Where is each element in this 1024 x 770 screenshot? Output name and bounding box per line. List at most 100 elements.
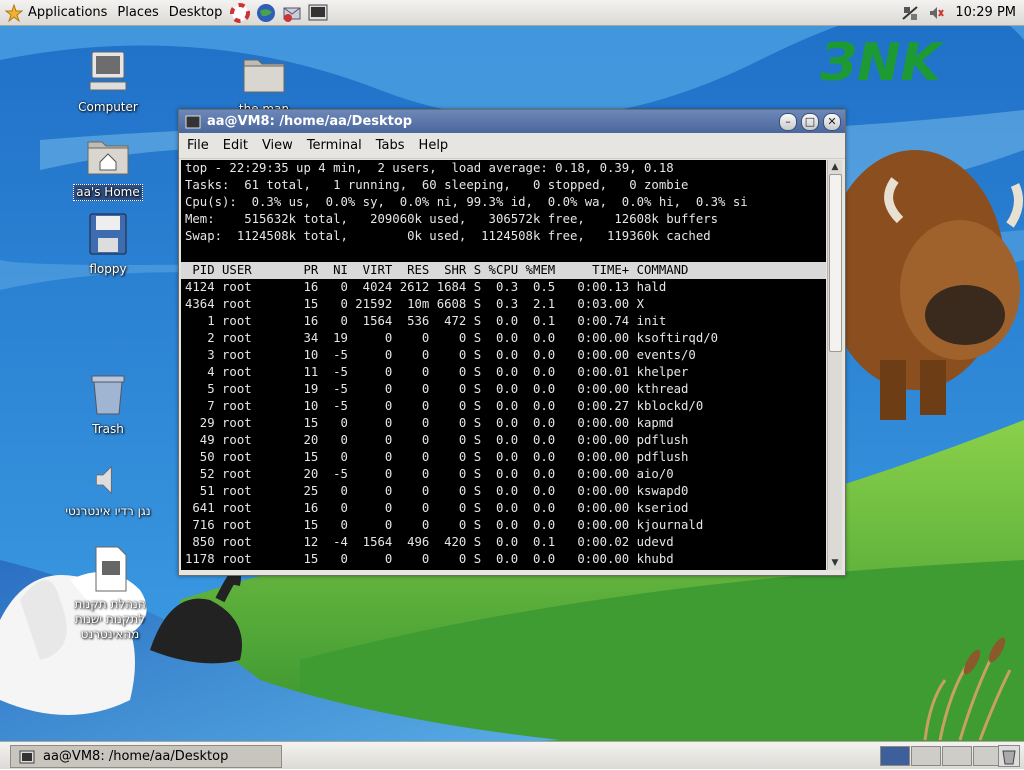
- home-folder-icon: [87, 141, 129, 175]
- desktop-icon-floppy[interactable]: floppy: [60, 210, 156, 277]
- computer-icon: [89, 51, 127, 91]
- network-tray-button[interactable]: [899, 2, 921, 24]
- process-row: 4 root 11 -5 0 0 0 S 0.0 0.0 0:00.01 khe…: [185, 365, 726, 379]
- desktop-menu-label: Desktop: [168, 5, 223, 20]
- process-row: 1 root 16 0 1564 536 472 S 0.0 0.1 0:00.…: [185, 314, 726, 328]
- terminal-icon: [308, 4, 328, 20]
- wallpaper-logo: ЗNK: [819, 33, 944, 93]
- close-button[interactable]: ✕: [823, 113, 841, 131]
- process-row: 1178 root 15 0 0 0 0 S 0.0 0.0 0:00.00 k…: [185, 552, 726, 566]
- speaker-icon: [95, 465, 112, 495]
- process-row: 4364 root 15 0 21592 10m 6608 S 0.3 2.1 …: [185, 297, 726, 311]
- desktop-icon-label: Computer: [78, 100, 138, 114]
- trash-applet-button[interactable]: [998, 745, 1020, 767]
- menu-view[interactable]: View: [262, 138, 293, 153]
- document-icon: [95, 546, 127, 592]
- window-titlebar[interactable]: aa@VM8: /home/aa/Desktop – □ ✕: [179, 110, 845, 133]
- process-row: 4124 root 16 0 4024 2612 1684 S 0.3 0.5 …: [185, 280, 726, 294]
- speaker-muted-icon: [930, 6, 945, 19]
- process-row: 850 root 12 -4 1564 496 420 S 0.0 0.1 0:…: [185, 535, 726, 549]
- minimize-icon: –: [785, 115, 791, 128]
- process-row: 3 root 10 -5 0 0 0 S 0.0 0.0 0:00.00 eve…: [185, 348, 726, 362]
- terminal-icon: [19, 750, 35, 763]
- maximize-icon: □: [804, 115, 816, 128]
- email-launcher[interactable]: [281, 2, 303, 24]
- terminal-launcher[interactable]: [307, 2, 329, 24]
- help-launcher[interactable]: [229, 2, 251, 24]
- star-icon: [5, 3, 23, 22]
- terminal-scrollbar[interactable]: ▲ ▼: [827, 160, 842, 570]
- process-row: 716 root 15 0 0 0 0 S 0.0 0.0 0:00.00 kj…: [185, 518, 726, 532]
- top-panel: Applications Places Desktop 10:29 PM: [0, 0, 1024, 26]
- workspace-1[interactable]: [880, 746, 910, 766]
- process-row: 52 root 20 -5 0 0 0 S 0.0 0.0 0:00.00 ai…: [185, 467, 726, 481]
- mail-icon: [283, 7, 301, 22]
- places-menu[interactable]: Places: [112, 0, 163, 25]
- maximize-button[interactable]: □: [801, 113, 819, 131]
- web-browser-launcher[interactable]: [255, 2, 277, 24]
- trash-applet-icon: [1002, 750, 1016, 765]
- trash-icon: [91, 375, 125, 415]
- terminal-window[interactable]: aa@VM8: /home/aa/Desktop – □ ✕ File Edit…: [178, 109, 846, 576]
- menu-help[interactable]: Help: [419, 138, 449, 153]
- folder-icon: [243, 59, 285, 93]
- applications-menu-label: Applications: [28, 5, 108, 20]
- process-row: 29 root 15 0 0 0 0 S 0.0 0.0 0:00.00 kap…: [185, 416, 726, 430]
- window-title: aa@VM8: /home/aa/Desktop: [207, 114, 413, 129]
- terminal-menubar: File Edit View Terminal Tabs Help: [179, 133, 845, 159]
- taskbar-button-label: aa@VM8: /home/aa/Desktop: [43, 749, 229, 764]
- scroll-down-arrow-icon[interactable]: ▼: [828, 556, 842, 570]
- clock[interactable]: 10:29 PM: [949, 5, 1024, 20]
- process-row: 5 root 19 -5 0 0 0 S 0.0 0.0 0:00.00 kth…: [185, 382, 726, 396]
- process-row: 50 root 15 0 0 0 0 S 0.0 0.0 0:00.00 pdf…: [185, 450, 726, 464]
- close-icon: ✕: [827, 115, 837, 128]
- workspace-2[interactable]: [911, 746, 941, 766]
- menu-terminal[interactable]: Terminal: [307, 138, 362, 153]
- menu-file[interactable]: File: [187, 138, 209, 153]
- scroll-thumb[interactable]: [829, 174, 842, 352]
- summary-line: Mem: 515632k total, 209060k used, 306572…: [185, 212, 719, 226]
- places-menu-label: Places: [117, 5, 159, 20]
- process-row: 641 root 16 0 0 0 0 S 0.0 0.0 0:00.00 ks…: [185, 501, 726, 515]
- process-row: 2 root 34 19 0 0 0 S 0.0 0.0 0:00.00 kso…: [185, 331, 726, 345]
- desktop-icon-trash[interactable]: Trash: [60, 370, 156, 437]
- desktop-icon-label: Trash: [92, 422, 124, 436]
- network-icon: [902, 5, 918, 20]
- desktop-icon-label: הנהלת תקנות לתקנות ישנות מהאינטרנט: [74, 597, 146, 641]
- desktop-icon-computer[interactable]: Computer: [60, 48, 156, 115]
- taskbar-button-terminal[interactable]: aa@VM8: /home/aa/Desktop: [10, 745, 282, 768]
- desktop-menu[interactable]: Desktop: [164, 0, 228, 25]
- globe-icon: [257, 3, 276, 22]
- desktop-icon-document[interactable]: הנהלת תקנות לתקנות ישנות מהאינטרנט: [60, 545, 160, 642]
- summary-line: Cpu(s): 0.3% us, 0.0% sy, 0.0% ni, 99.3%…: [185, 195, 748, 209]
- process-row: 51 root 25 0 0 0 0 S 0.0 0.0 0:00.00 ksw…: [185, 484, 726, 498]
- terminal-output[interactable]: top - 22:29:35 up 4 min, 2 users, load a…: [181, 160, 826, 570]
- process-row: 49 root 20 0 0 0 0 S 0.0 0.0 0:00.00 pdf…: [185, 433, 726, 447]
- minimize-button[interactable]: –: [779, 113, 797, 131]
- desktop-icon-label: aa's Home: [73, 184, 143, 201]
- menu-tabs[interactable]: Tabs: [376, 138, 405, 153]
- menu-edit[interactable]: Edit: [223, 138, 248, 153]
- summary-line: Tasks: 61 total, 1 running, 60 sleeping,…: [185, 178, 689, 192]
- volume-tray-button[interactable]: [925, 2, 947, 24]
- desktop-icon-radio[interactable]: נגן רדיו אינטרנטי: [48, 460, 168, 519]
- desktop-icon-label: נגן רדיו אינטרנטי: [65, 504, 151, 518]
- system-tray: 10:29 PM: [897, 0, 1024, 25]
- bottom-panel: aa@VM8: /home/aa/Desktop: [0, 741, 1024, 769]
- desktop-icon-the-man[interactable]: the man: [216, 50, 312, 117]
- top-summary: top - 22:29:35 up 4 min, 2 users, load a…: [181, 160, 826, 245]
- summary-line: top - 22:29:35 up 4 min, 2 users, load a…: [185, 161, 674, 175]
- lifebuoy-icon: [230, 2, 251, 23]
- desktop-icon-label: floppy: [89, 262, 127, 276]
- summary-line: Swap: 1124508k total, 0k used, 1124508k …: [185, 229, 711, 243]
- desktop-icon-home[interactable]: aa's Home: [60, 132, 156, 201]
- terminal-window-icon: [185, 115, 201, 128]
- applications-menu[interactable]: Applications: [0, 0, 112, 25]
- scroll-up-arrow-icon[interactable]: ▲: [828, 160, 842, 174]
- process-table-header: PID USER PR NI VIRT RES SHR S %CPU %MEM …: [181, 262, 826, 279]
- workspace-3[interactable]: [942, 746, 972, 766]
- process-table: 4124 root 16 0 4024 2612 1684 S 0.3 0.5 …: [181, 279, 826, 568]
- process-row: 7 root 10 -5 0 0 0 S 0.0 0.0 0:00.27 kbl…: [185, 399, 726, 413]
- floppy-icon: [89, 213, 127, 255]
